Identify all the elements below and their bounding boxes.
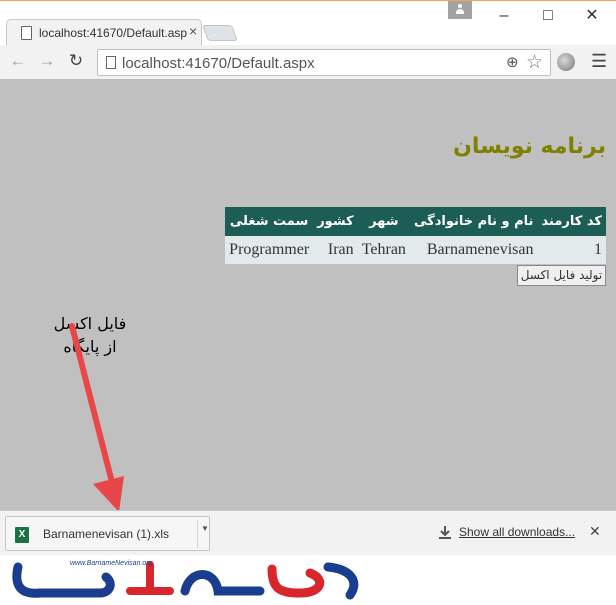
excel-file-icon: X	[15, 527, 29, 543]
red-arrow-icon	[69, 323, 124, 510]
show-all-downloads-link[interactable]: Show all downloads...	[459, 525, 575, 539]
zoom-icon[interactable]: ⊕	[506, 53, 519, 71]
maximize-button[interactable]: □	[526, 3, 570, 29]
page-favicon-icon	[21, 26, 32, 40]
menu-icon[interactable]: ☰	[591, 51, 607, 72]
extension-icon[interactable]	[557, 53, 575, 71]
minimize-button[interactable]: –	[482, 3, 526, 29]
divider	[197, 520, 198, 548]
footer: www.BarnameNevisan.org	[0, 555, 616, 605]
download-icon	[439, 526, 451, 539]
profile-button[interactable]	[448, 1, 472, 19]
url-text[interactable]: localhost:41670/Default.aspx	[122, 55, 315, 72]
logo-url-text: www.BarnameNevisan.org	[70, 560, 153, 567]
tab-close-icon[interactable]: ×	[189, 23, 197, 39]
page-content: برنامه نویسان کد کارمند نام و نام خانواد…	[0, 80, 616, 510]
close-icon[interactable]: ✕	[589, 523, 601, 540]
chevron-down-icon[interactable]: ▼	[201, 524, 209, 533]
close-window-button[interactable]: ✕	[570, 3, 614, 29]
person-icon	[455, 4, 465, 14]
tab-title: localhost:41670/Default.aspx	[39, 26, 187, 40]
site-logo	[12, 561, 359, 600]
new-tab-button[interactable]	[202, 25, 238, 41]
back-icon[interactable]: ←	[7, 50, 29, 72]
address-bar[interactable]: localhost:41670/Default.aspx ⊕ ☆	[97, 49, 551, 76]
download-item[interactable]: X Barnamenevisan (1).xls ▼	[5, 516, 210, 551]
download-shelf: X Barnamenevisan (1).xls ▼ Show all down…	[0, 510, 616, 555]
download-file-name[interactable]: Barnamenevisan (1).xls	[43, 527, 169, 541]
page-icon	[106, 56, 116, 69]
forward-icon[interactable]: →	[36, 50, 58, 72]
bookmark-star-icon[interactable]: ☆	[526, 51, 543, 74]
browser-toolbar: ← → ↻ localhost:41670/Default.aspx ⊕ ☆ ☰	[0, 45, 616, 80]
reload-icon[interactable]: ↻	[65, 50, 87, 72]
browser-tab[interactable]: localhost:41670/Default.aspx ×	[6, 19, 202, 46]
title-bar: localhost:41670/Default.aspx × – □ ✕	[0, 0, 616, 46]
